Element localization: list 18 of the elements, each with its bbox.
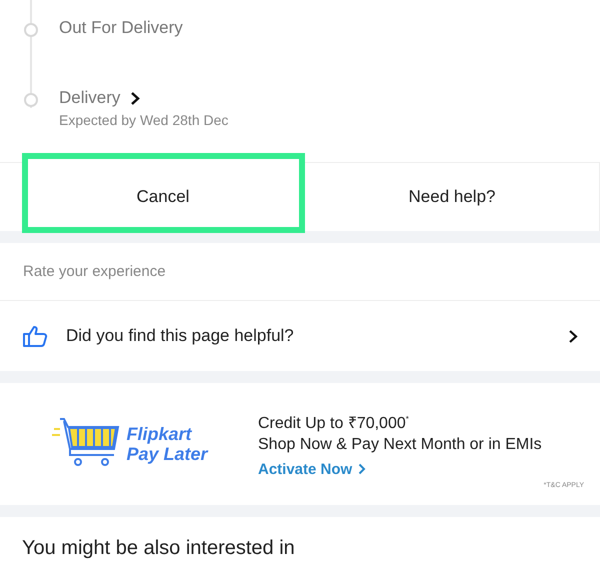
thumbs-up-icon [22,324,48,348]
brand-name: Flipkart [126,424,193,444]
step-label: Delivery [59,88,120,108]
timeline-dot [24,23,38,37]
timeline-dot [24,93,38,107]
chevron-right-icon[interactable] [568,328,578,344]
brand-name: Pay Later [126,444,208,464]
section-heading: Rate your experience [0,243,600,301]
offer-text: Shop Now & Pay Next Month or in EMIs [258,436,542,454]
section-heading: You might be also interested in [21,536,296,561]
chevron-right-icon[interactable] [130,90,140,106]
action-button[interactable]: Cancel [22,153,305,233]
expected-date: Expected by Wed 28th Dec [59,112,228,128]
credit-headline: Credit Up to ₹70,000$^{*}$ [258,413,410,432]
activate-link[interactable]: Activate Now [258,460,542,478]
helpful-question: Did you find this page helpful? [66,326,295,346]
step-label: Out For Delivery [59,18,183,38]
chevron-right-icon [358,463,366,475]
